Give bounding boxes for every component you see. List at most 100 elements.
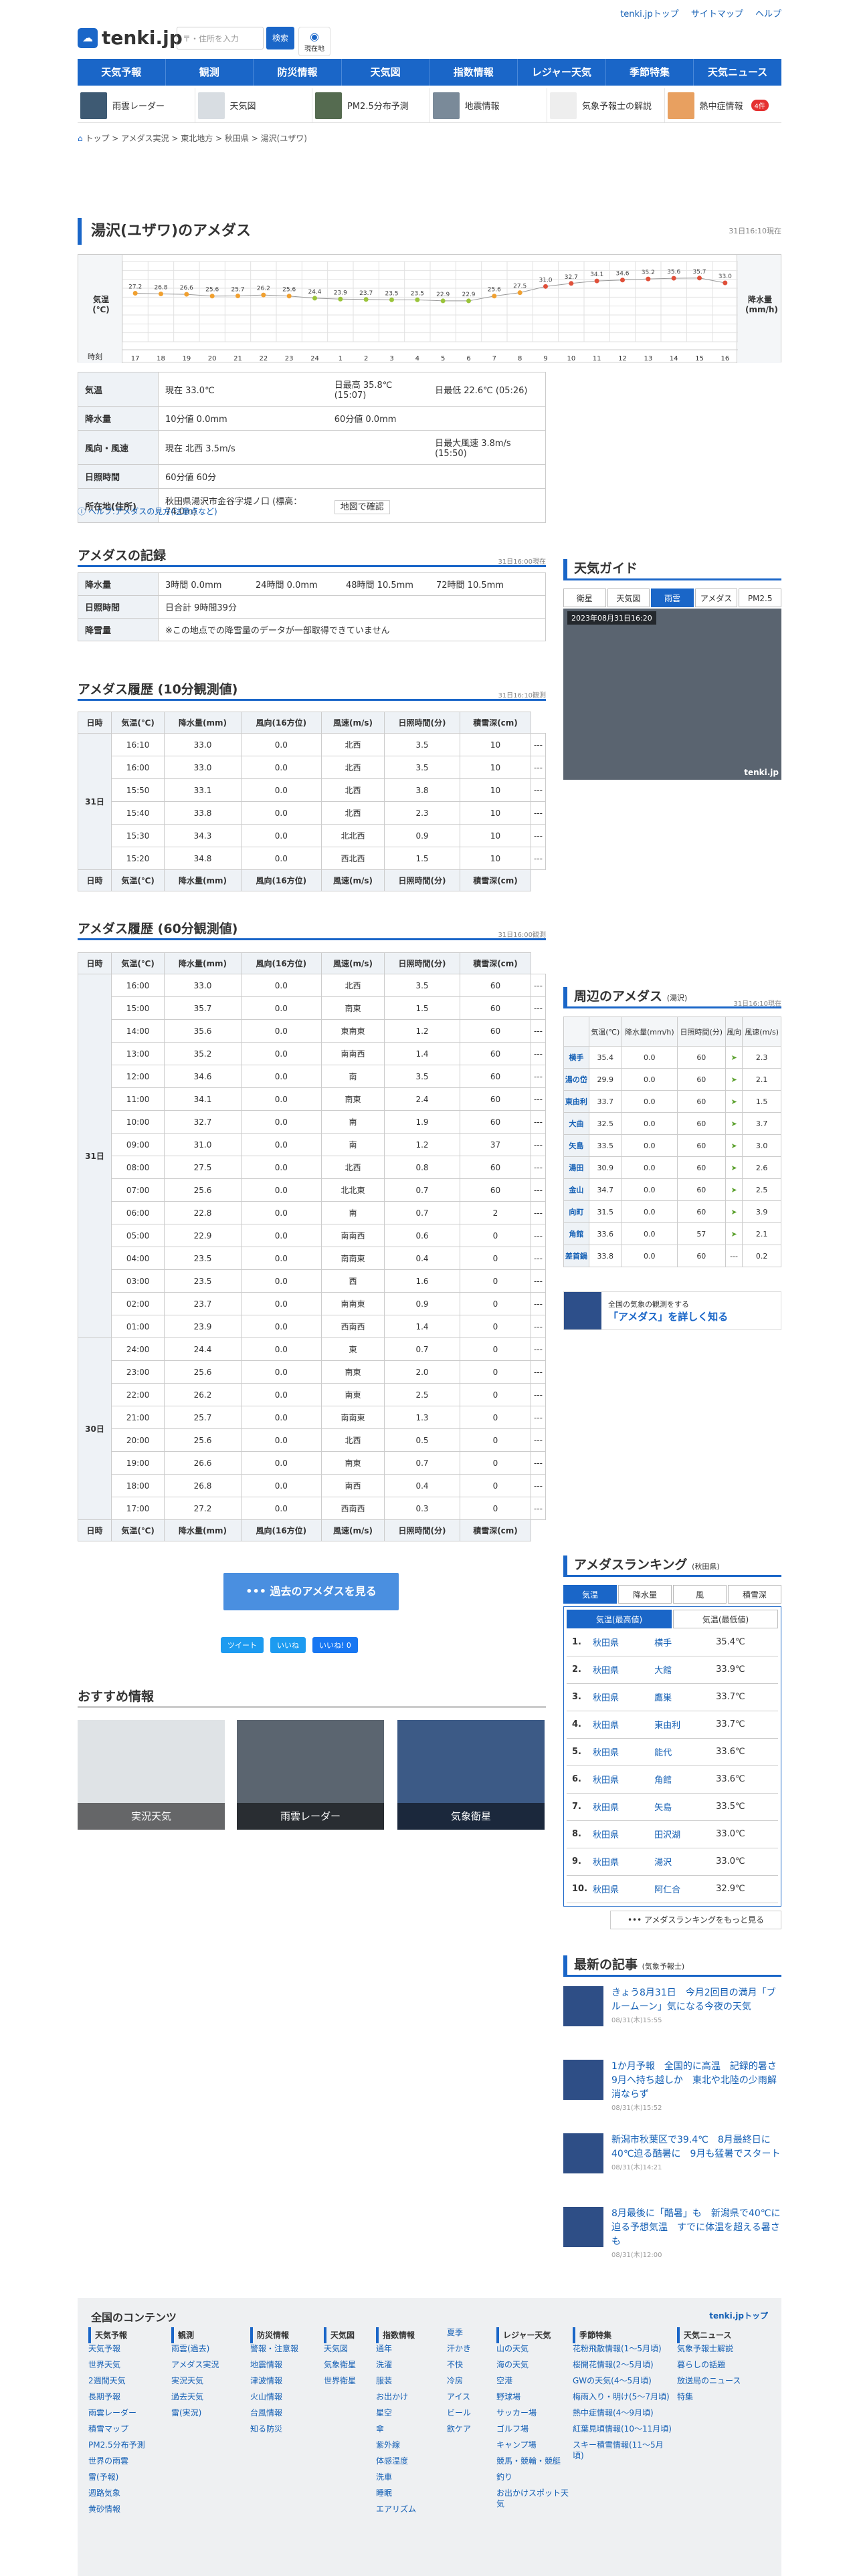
footer-link[interactable]: 紅葉見頃情報(10〜11月頃) <box>573 2424 673 2434</box>
tab[interactable]: 天気図 <box>607 588 650 607</box>
tab[interactable]: 気温(最高値) <box>567 1610 672 1628</box>
subnav-item[interactable]: 気象予報士の解説 <box>547 88 665 122</box>
subnav-item[interactable]: 熱中症情報 4件 <box>665 88 782 122</box>
station-link[interactable]: 横手 <box>649 1628 711 1656</box>
footer-link[interactable]: 熱中症情報(4〜9月頃) <box>573 2407 673 2418</box>
footer-link[interactable]: GWの天気(4〜5月頃) <box>573 2375 673 2386</box>
footer-link[interactable]: 競馬・競輪・競艇 <box>496 2456 569 2466</box>
footer-link[interactable]: 積雪マップ <box>88 2424 167 2434</box>
tab[interactable]: 衛星 <box>563 588 606 607</box>
station-link[interactable]: 大曲 <box>563 1112 589 1135</box>
footer-link[interactable]: 天気予報 <box>88 2343 167 2354</box>
subnav-item[interactable]: 地震情報 <box>430 88 547 122</box>
footer-link[interactable]: 暮らしの話題 <box>677 2359 769 2370</box>
footer-link[interactable]: お出かけ <box>376 2391 443 2402</box>
tab[interactable]: 気温(最低値) <box>673 1610 778 1628</box>
subnav-item[interactable]: 天気図 <box>195 88 312 122</box>
footer-link[interactable]: 放送局のニュース <box>677 2375 769 2386</box>
station-link[interactable]: 横手 <box>563 1046 589 1069</box>
footer-link[interactable]: 火山情報 <box>250 2391 320 2402</box>
tab[interactable]: 気温 <box>563 1585 617 1604</box>
prefecture-link[interactable]: 秋田県 <box>587 1765 650 1794</box>
prefecture-link[interactable]: 秋田県 <box>587 1848 650 1876</box>
footer-link[interactable]: 釣り <box>496 2472 569 2482</box>
info-value[interactable]: 地図で確認 <box>327 488 429 523</box>
footer-link[interactable]: サッカー場 <box>496 2407 569 2418</box>
prefecture-link[interactable]: 秋田県 <box>587 1683 650 1711</box>
tab[interactable]: 積雪深 <box>728 1585 781 1604</box>
tab[interactable]: 風 <box>673 1585 727 1604</box>
top-link[interactable]: ヘルプ <box>755 9 781 19</box>
prefecture-link[interactable]: 秋田県 <box>587 1875 650 1903</box>
location-button[interactable]: ◉ 現在地 <box>298 27 330 56</box>
footer-link[interactable]: 海の天気 <box>496 2359 569 2370</box>
footer-link[interactable]: 雨雲(過去) <box>171 2343 246 2354</box>
recommend-card[interactable]: 気象衛星 <box>397 1720 545 1830</box>
subnav-item[interactable]: 雨雲レーダー <box>78 88 195 122</box>
footer-link[interactable]: 山の天気 <box>496 2343 569 2354</box>
footer-link[interactable]: 2週間天気 <box>88 2375 167 2386</box>
footer-link[interactable]: 気象衛星 <box>324 2359 372 2370</box>
tab[interactable]: PM2.5 <box>739 588 781 607</box>
recommend-card[interactable]: 実況天気 <box>78 1720 225 1830</box>
station-link[interactable]: 東由利 <box>563 1090 589 1113</box>
footer-link[interactable]: 睡眠 <box>376 2488 443 2498</box>
footer-link[interactable]: 星空 <box>376 2407 443 2418</box>
prefecture-link[interactable]: 秋田県 <box>587 1738 650 1766</box>
amedas-banner[interactable]: 全国の気象の観測をする 「アメダス」を詳しく知る <box>563 1291 781 1330</box>
station-link[interactable]: 向町 <box>563 1200 589 1223</box>
tab[interactable]: 降水量 <box>618 1585 672 1604</box>
footer-link[interactable]: 通年 <box>376 2343 443 2354</box>
search-button[interactable]: 検索 <box>266 27 294 49</box>
station-link[interactable]: 東由利 <box>649 1711 711 1739</box>
footer-link[interactable]: 知る防災 <box>250 2424 320 2434</box>
footer-link[interactable]: 雨雲レーダー <box>88 2407 167 2418</box>
station-link[interactable]: 角館 <box>649 1765 711 1794</box>
nav-item[interactable]: 季節特集 <box>606 59 694 86</box>
footer-link[interactable]: 服装 <box>376 2375 443 2386</box>
footer-link[interactable]: 気象予報士解説 <box>677 2343 769 2354</box>
nav-item[interactable]: 防災情報 <box>254 59 342 86</box>
footer-link[interactable]: 実況天気 <box>171 2375 246 2386</box>
station-link[interactable]: 角館 <box>563 1222 589 1245</box>
like-button[interactable]: いいね! 0 <box>312 1637 358 1653</box>
footer-link[interactable]: 空港 <box>496 2375 569 2386</box>
footer-link[interactable]: 洗濯 <box>376 2359 443 2370</box>
footer-link[interactable]: 長期予報 <box>88 2391 167 2402</box>
footer-link[interactable]: 体感温度 <box>376 2456 443 2466</box>
footer-link[interactable]: アイス <box>447 2391 492 2402</box>
footer-link[interactable]: 梅雨入り・明け(5〜7月頃) <box>573 2391 673 2402</box>
footer-link[interactable]: 傘 <box>376 2424 443 2434</box>
station-link[interactable]: 湯田 <box>563 1156 589 1179</box>
footer-link[interactable]: 洗車 <box>376 2472 443 2482</box>
logo[interactable]: ☁ tenki.jp <box>78 27 183 49</box>
footer-link[interactable]: PM2.5分布予測 <box>88 2440 167 2450</box>
footer-link[interactable]: 冷房 <box>447 2375 492 2386</box>
station-link[interactable]: 金山 <box>563 1178 589 1201</box>
tab[interactable]: アメダス <box>694 588 738 607</box>
article-item[interactable]: 8月最後に「酷暑」も 新潟県で40℃に迫る予想気温 すでに体温を超える暑さも 08… <box>563 2207 781 2271</box>
footer-link[interactable]: ビール <box>447 2407 492 2418</box>
footer-link[interactable]: 台風情報 <box>250 2407 320 2418</box>
footer-link[interactable]: キャンプ場 <box>496 2440 569 2450</box>
article-item[interactable]: 新潟市秋葉区で39.4℃ 8月最終日に40℃迫る酷暑に 9月も猛暑でスタート 08… <box>563 2133 781 2197</box>
footer-link[interactable]: 天気図 <box>324 2343 372 2354</box>
footer-link[interactable]: スキー積雪情報(11〜5月頃) <box>573 2440 673 2461</box>
article-item[interactable]: 1か月予報 全国的に高温 記録的暑さ9月へ持ち越しか 東北や北陸の少雨解消ならず… <box>563 2060 781 2124</box>
footer-link[interactable]: エアリズム <box>376 2504 443 2514</box>
prefecture-link[interactable]: 秋田県 <box>587 1711 650 1739</box>
nav-item[interactable]: 指数情報 <box>430 59 518 86</box>
footer-link[interactable]: 野球場 <box>496 2391 569 2402</box>
breadcrumb[interactable]: ⌂ トップ > アメダス実況 > 東北地方 > 秋田県 > 湯沢(ユザワ) <box>78 132 307 144</box>
footer-link[interactable]: 黄砂情報 <box>88 2504 167 2514</box>
nav-item[interactable]: 観測 <box>166 59 254 86</box>
footer-link[interactable]: 不快 <box>447 2359 492 2370</box>
footer-link[interactable]: 雷(予報) <box>88 2472 167 2482</box>
ranking-more-button[interactable]: ••• アメダスランキングをもっと見る <box>610 1910 781 1929</box>
footer-link[interactable]: 特集 <box>677 2391 769 2402</box>
nav-item[interactable]: 天気予報 <box>78 59 166 86</box>
prefecture-link[interactable]: 秋田県 <box>587 1628 650 1656</box>
station-link[interactable]: 田沢湖 <box>649 1820 711 1848</box>
search-input[interactable]: 〒・住所を入力 <box>177 27 264 49</box>
footer-top-link[interactable]: tenki.jpトップ <box>709 2310 768 2321</box>
